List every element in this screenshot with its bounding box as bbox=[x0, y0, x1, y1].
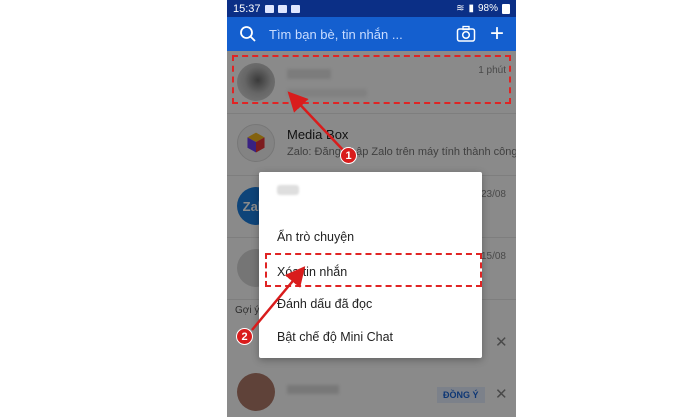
notification-icon bbox=[277, 4, 287, 13]
menu-item-mini-chat[interactable]: Bật chế độ Mini Chat bbox=[277, 330, 393, 344]
app-header: Tìm bạn bè, tin nhắn ... + bbox=[227, 17, 516, 51]
battery-icon bbox=[502, 3, 510, 14]
status-time: 15:37 bbox=[233, 2, 261, 15]
menu-item-hide-chat[interactable]: Ẩn trò chuyện bbox=[277, 230, 354, 244]
menu-title-blurred bbox=[277, 185, 299, 195]
menu-item-mark-read[interactable]: Đánh dấu đã đọc bbox=[277, 297, 372, 311]
messenger-icon bbox=[290, 4, 300, 13]
step-badge-2: 2 bbox=[236, 328, 253, 345]
status-bar: 15:37 ≋ ▮ 98% bbox=[227, 0, 516, 17]
highlight-chat-row bbox=[232, 55, 511, 104]
highlight-delete-item bbox=[265, 253, 482, 287]
add-button[interactable]: + bbox=[490, 22, 504, 46]
status-right: ≋ ▮ 98% bbox=[456, 0, 510, 17]
step-badge-1: 1 bbox=[340, 147, 357, 164]
wifi-icon: ≋ bbox=[456, 3, 465, 14]
search-input[interactable]: Tìm bạn bè, tin nhắn ... bbox=[269, 27, 456, 42]
battery-percent: 98% bbox=[477, 3, 498, 14]
gallery-icon bbox=[264, 4, 274, 13]
qr-scan-icon[interactable] bbox=[456, 25, 476, 43]
signal-icon: ▮ bbox=[468, 3, 474, 14]
search-icon[interactable] bbox=[239, 25, 257, 43]
